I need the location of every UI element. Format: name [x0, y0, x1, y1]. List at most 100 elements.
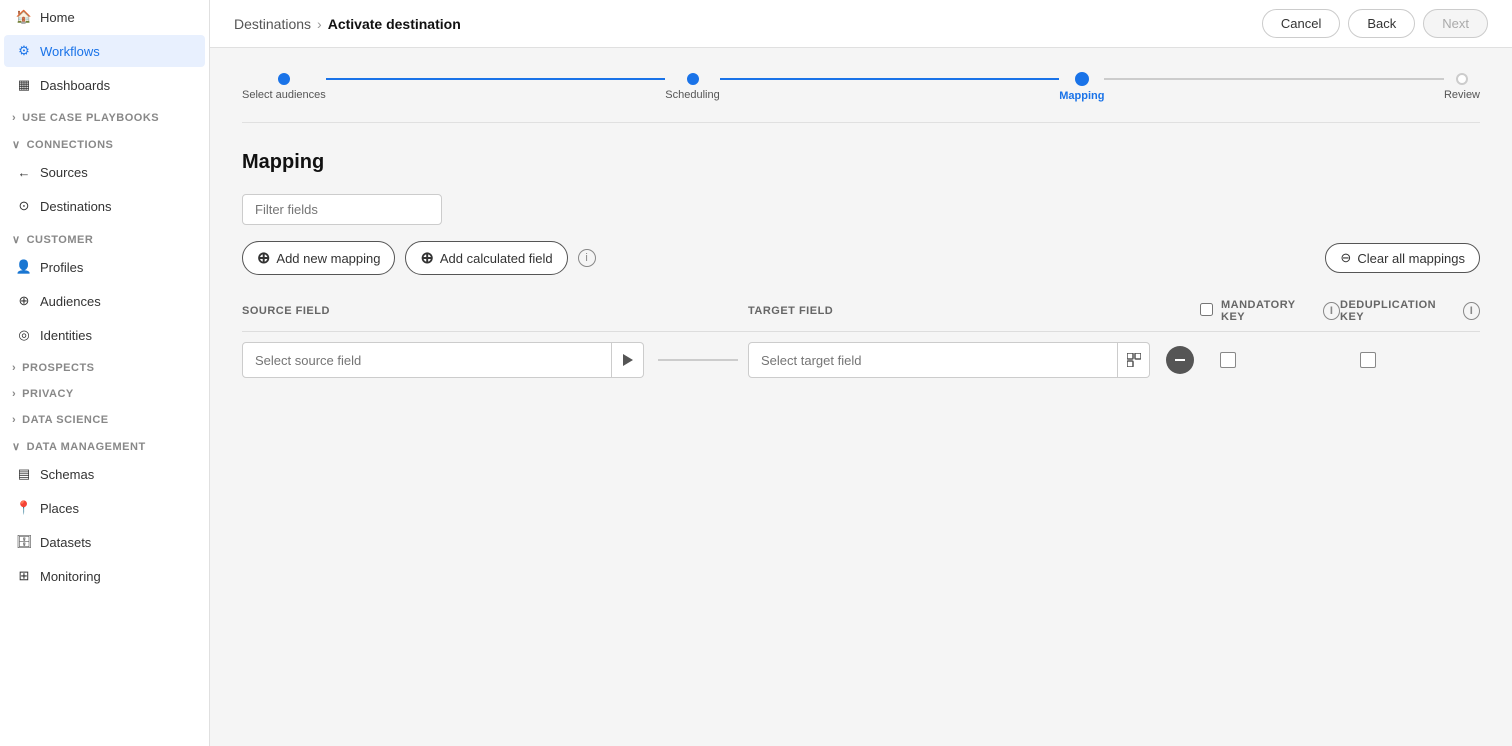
stepper: Select audiences Scheduling Mapping Revi… — [242, 72, 1480, 123]
mandatory-key-cell — [1200, 352, 1340, 368]
sidebar-item-label: Monitoring — [40, 569, 101, 584]
sidebar-item-sources[interactable]: ← Sources — [4, 156, 205, 188]
workflows-icon: ⚙ — [16, 43, 32, 59]
add-calculated-field-button[interactable]: ⊕ Add calculated field — [405, 241, 567, 275]
info-icon: i — [578, 249, 596, 267]
page-content: Select audiences Scheduling Mapping Revi… — [210, 48, 1512, 746]
source-arrow-button[interactable] — [612, 342, 644, 378]
sidebar-item-label: Audiences — [40, 294, 101, 309]
audiences-icon: ⊕ — [16, 293, 32, 309]
target-field-cell — [748, 342, 1150, 378]
step-select-audiences: Select audiences — [242, 73, 326, 101]
source-field-header: SOURCE FIELD — [242, 305, 648, 317]
destinations-icon: ⊙ — [16, 198, 32, 214]
profiles-icon: 👤 — [16, 259, 32, 275]
deduplication-key-cell — [1340, 352, 1480, 368]
chevron-down-icon: ∨ — [12, 138, 21, 151]
connector-line — [648, 359, 748, 361]
sidebar-item-workflows[interactable]: ⚙ Workflows — [4, 35, 205, 67]
mapping-title: Mapping — [242, 151, 1480, 174]
mapping-row — [242, 342, 1480, 378]
mandatory-key-checkbox-all[interactable] — [1200, 303, 1213, 316]
places-icon: 📍 — [16, 500, 32, 516]
filter-bar — [242, 194, 1480, 225]
section-data-science[interactable]: › DATA SCIENCE — [0, 404, 209, 430]
sidebar-item-profiles[interactable]: 👤 Profiles — [4, 251, 205, 283]
sidebar: 🏠 Home ⚙ Workflows ▦ Dashboards › USE CA… — [0, 0, 210, 746]
checkbox-header — [1200, 303, 1217, 319]
topbar-actions: Cancel Back Next — [1262, 9, 1488, 38]
monitoring-icon: ⊞ — [16, 568, 32, 584]
section-privacy[interactable]: › PRIVACY — [0, 378, 209, 404]
chevron-right-icon: › — [12, 362, 16, 374]
sidebar-item-destinations[interactable]: ⊙ Destinations — [4, 190, 205, 222]
sidebar-item-label: Destinations — [40, 199, 112, 214]
sidebar-item-label: Datasets — [40, 535, 91, 550]
step-mapping: Mapping — [1059, 72, 1104, 102]
transform-button[interactable] — [1118, 342, 1150, 378]
sources-icon: ← — [16, 164, 32, 180]
section-connections[interactable]: ∨ CONNECTIONS — [0, 128, 209, 155]
section-data-management[interactable]: ∨ DATA MANAGEMENT — [0, 430, 209, 457]
add-mapping-button[interactable]: ⊕ Add new mapping — [242, 241, 395, 275]
mapping-table-header: SOURCE FIELD TARGET FIELD MANDATORY KEY … — [242, 299, 1480, 332]
step-line — [326, 78, 666, 80]
deduplication-key-header: DEDUPLICATION KEY i — [1340, 299, 1480, 323]
chevron-down-icon: ∨ — [12, 440, 21, 453]
step-line — [720, 78, 1060, 80]
sidebar-item-monitoring[interactable]: ⊞ Monitoring — [4, 560, 205, 592]
dashboards-icon: ▦ — [16, 77, 32, 93]
plus-icon: ⊕ — [257, 248, 270, 268]
step-dot — [1456, 73, 1468, 85]
breadcrumb-current: Activate destination — [328, 16, 461, 32]
sidebar-item-schemas[interactable]: ▤ Schemas — [4, 458, 205, 490]
sidebar-item-identities[interactable]: ◎ Identities — [4, 319, 205, 351]
target-field-input[interactable] — [748, 342, 1118, 378]
dedup-key-info-icon: i — [1463, 302, 1480, 320]
chevron-right-icon: › — [12, 414, 16, 426]
filter-input[interactable] — [242, 194, 442, 225]
deduplication-key-checkbox[interactable] — [1360, 352, 1376, 368]
source-field-input[interactable] — [242, 342, 612, 378]
section-prospects[interactable]: › PROSPECTS — [0, 352, 209, 378]
next-button: Next — [1423, 9, 1488, 38]
transform-icon — [1127, 353, 1141, 367]
mandatory-key-checkbox[interactable] — [1220, 352, 1236, 368]
sidebar-item-audiences[interactable]: ⊕ Audiences — [4, 285, 205, 317]
chevron-right-icon: › — [12, 388, 16, 400]
datasets-icon: 🗄 — [16, 534, 32, 550]
add-calculated-label: Add calculated field — [440, 251, 553, 266]
step-dot — [687, 73, 699, 85]
sidebar-item-datasets[interactable]: 🗄 Datasets — [4, 526, 205, 558]
minus-icon: ⊖ — [1340, 250, 1351, 266]
back-button[interactable]: Back — [1348, 9, 1415, 38]
sidebar-item-label: Profiles — [40, 260, 83, 275]
home-icon: 🏠 — [16, 9, 32, 25]
mandatory-key-info-icon: i — [1323, 302, 1340, 320]
clear-all-mappings-button[interactable]: ⊖ Clear all mappings — [1325, 243, 1480, 273]
section-customer[interactable]: ∨ CUSTOMER — [0, 223, 209, 250]
identities-icon: ◎ — [16, 327, 32, 343]
step-label: Review — [1444, 89, 1480, 101]
add-mapping-label: Add new mapping — [276, 251, 380, 266]
minus-icon — [1175, 359, 1185, 361]
sidebar-item-label: Places — [40, 501, 79, 516]
plus-icon: ⊕ — [420, 248, 433, 268]
sidebar-item-places[interactable]: 📍 Places — [4, 492, 205, 524]
target-field-header: TARGET FIELD — [748, 305, 1150, 317]
sidebar-item-label: Home — [40, 10, 75, 25]
topbar: Destinations › Activate destination Canc… — [210, 0, 1512, 48]
section-use-case-playbooks[interactable]: › USE CASE PLAYBOOKS — [0, 102, 209, 128]
step-line — [1104, 78, 1444, 80]
breadcrumb-parent[interactable]: Destinations — [234, 16, 311, 32]
remove-cell — [1150, 346, 1200, 374]
actions-left: ⊕ Add new mapping ⊕ Add calculated field… — [242, 241, 596, 275]
sidebar-item-home[interactable]: 🏠 Home — [4, 1, 205, 33]
sidebar-item-dashboards[interactable]: ▦ Dashboards — [4, 69, 205, 101]
cancel-button[interactable]: Cancel — [1262, 9, 1340, 38]
mandatory-key-header: MANDATORY KEY i — [1200, 299, 1340, 323]
step-review: Review — [1444, 73, 1480, 101]
step-dot — [278, 73, 290, 85]
step-scheduling: Scheduling — [665, 73, 719, 101]
remove-mapping-button[interactable] — [1166, 346, 1194, 374]
